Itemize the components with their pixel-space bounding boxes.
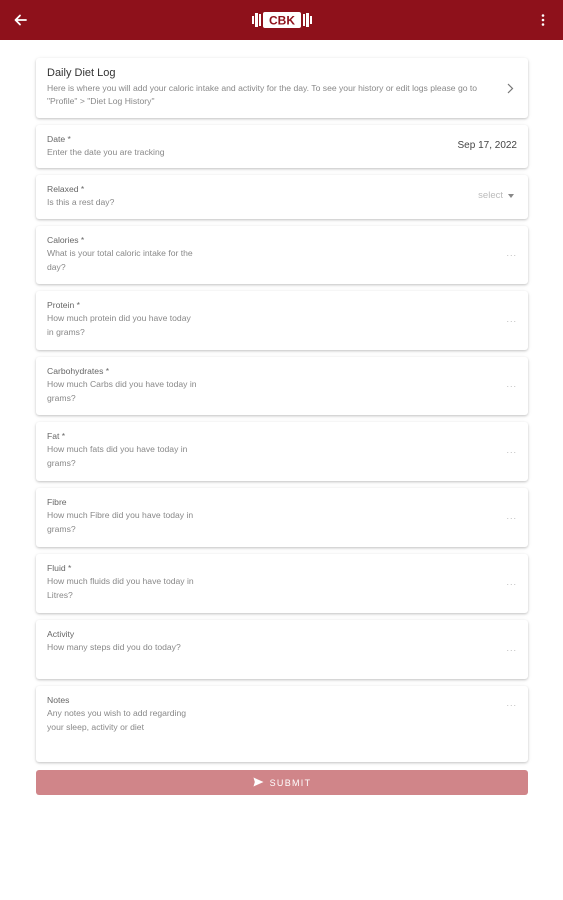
field-label: Relaxed * — [47, 184, 85, 194]
diet-log-form: Daily Diet Log Here is where you will ad… — [36, 58, 528, 795]
dropdown-triangle-icon — [508, 193, 514, 198]
field-label: Calories * — [47, 235, 85, 245]
fibre-input[interactable]: ... — [506, 511, 517, 521]
calories-input[interactable]: ... — [506, 248, 517, 258]
protein-input[interactable]: ... — [506, 314, 517, 324]
activity-field[interactable]: Activity How many steps did you do today… — [36, 620, 528, 679]
more-vertical-icon[interactable] — [533, 10, 553, 30]
fat-field[interactable]: Fat * How much fats did you have today i… — [36, 422, 528, 481]
field-hint: How many steps did you do today? — [47, 642, 181, 652]
protein-field[interactable]: Protein * How much protein did you have … — [36, 291, 528, 350]
field-label: Fibre — [47, 497, 67, 507]
field-hint: Any notes you wish to add regarding your… — [47, 708, 187, 732]
field-label: Notes — [47, 695, 70, 705]
field-hint: How much protein did you have today in g… — [47, 313, 191, 337]
date-value[interactable]: Sep 17, 2022 — [458, 140, 518, 151]
intro-description: Here is where you will add your caloric … — [47, 83, 478, 106]
field-label: Date * — [47, 134, 71, 144]
relaxed-select[interactable]: select — [478, 190, 514, 201]
fluid-field[interactable]: Fluid * How much fluids did you have tod… — [36, 554, 528, 613]
chevron-right-icon — [507, 81, 514, 99]
carbohydrates-input[interactable]: ... — [506, 379, 517, 389]
submit-button[interactable]: SUBMIT — [36, 770, 528, 795]
field-hint: How much Carbs did you have today in gra… — [47, 379, 197, 403]
back-arrow-icon[interactable] — [10, 10, 30, 30]
fat-input[interactable]: ... — [506, 445, 517, 455]
fibre-field[interactable]: Fibre How much Fibre did you have today … — [36, 488, 528, 547]
field-label: Fat * — [47, 431, 66, 441]
field-label: Carbohydrates * — [47, 366, 110, 376]
field-hint: How much fluids did you have today in Li… — [47, 576, 194, 600]
relaxed-field[interactable]: Relaxed * Is this a rest day? select — [36, 175, 528, 219]
logo-text: CBK — [269, 13, 295, 27]
field-hint: Is this a rest day? — [47, 197, 115, 207]
select-placeholder: select — [478, 190, 503, 201]
notes-field[interactable]: Notes Any notes you wish to add regardin… — [36, 686, 528, 762]
send-icon — [253, 777, 264, 789]
diet-log-intro-card[interactable]: Daily Diet Log Here is where you will ad… — [36, 58, 528, 118]
activity-input[interactable]: ... — [506, 643, 517, 653]
field-hint: Enter the date you are tracking — [47, 147, 165, 157]
field-hint: What is your total caloric intake for th… — [47, 248, 193, 272]
cbk-logo: CBK — [252, 12, 312, 28]
field-hint: How much fats did you have today in gram… — [47, 444, 188, 468]
intro-title: Daily Diet Log — [47, 67, 116, 79]
calories-field[interactable]: Calories * What is your total caloric in… — [36, 226, 528, 284]
notes-input[interactable]: ... — [506, 698, 517, 708]
carbohydrates-field[interactable]: Carbohydrates * How much Carbs did you h… — [36, 357, 528, 415]
submit-label: SUBMIT — [269, 777, 312, 788]
date-field[interactable]: Date * Enter the date you are tracking S… — [36, 125, 528, 168]
fluid-input[interactable]: ... — [506, 577, 517, 587]
field-label: Protein * — [47, 300, 80, 310]
field-label: Activity — [47, 629, 75, 639]
field-hint: How much Fibre did you have today in gra… — [47, 510, 194, 534]
field-label: Fluid * — [47, 563, 72, 573]
